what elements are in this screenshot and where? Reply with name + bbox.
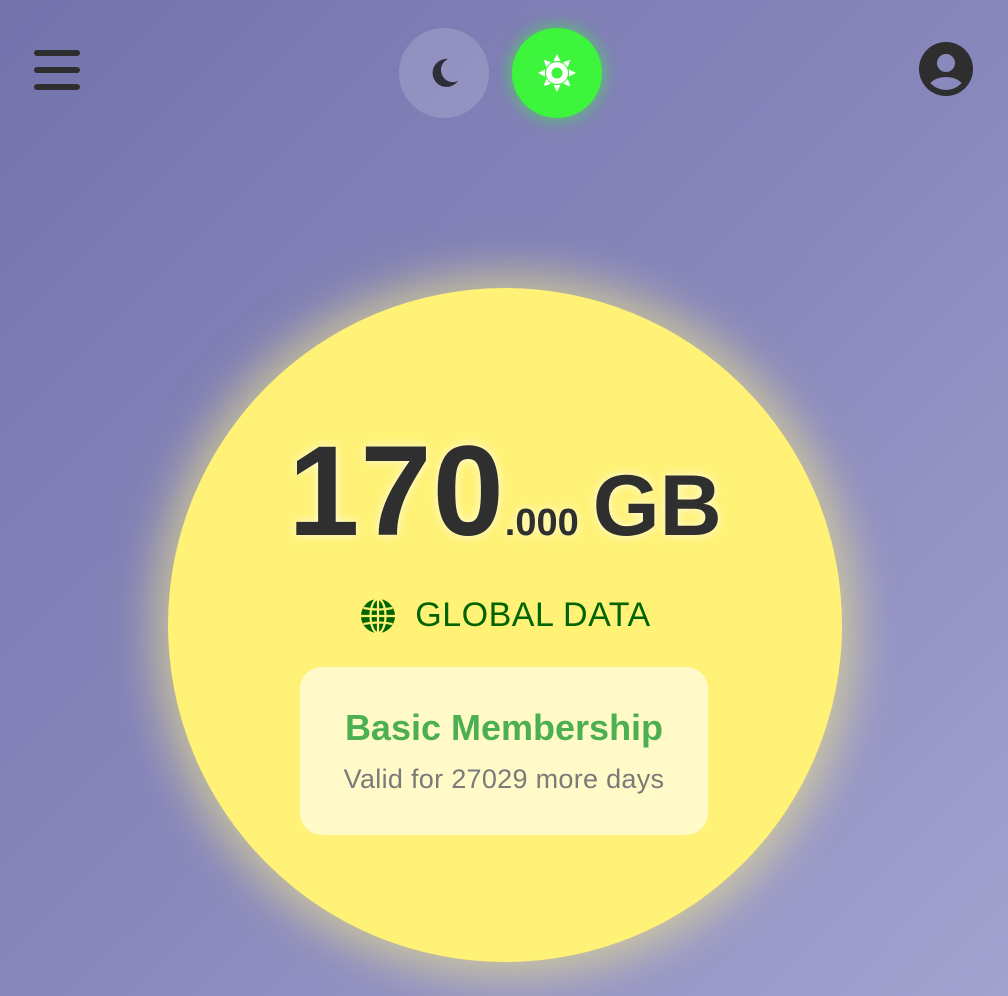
- top-bar: [0, 0, 1008, 150]
- theme-toggle: [399, 28, 603, 120]
- account-button[interactable]: [918, 41, 974, 97]
- hamburger-menu-icon: [34, 50, 80, 90]
- dark-mode-button[interactable]: [399, 28, 489, 118]
- membership-card: Basic Membership Valid for 27029 more da…: [300, 667, 708, 835]
- account-circle-icon: [919, 42, 973, 96]
- amount-unit: GB: [592, 458, 722, 554]
- moon-icon: [432, 58, 458, 87]
- amount-decimal: .000: [504, 502, 579, 544]
- data-balance-orb: 170.000 GB GLOBAL DATA Basic Membership V…: [168, 288, 842, 962]
- data-type-row: GLOBAL DATA: [168, 596, 842, 635]
- light-mode-button[interactable]: [512, 28, 602, 118]
- amount-integer: 170: [288, 420, 505, 563]
- membership-title: Basic Membership: [344, 707, 664, 748]
- membership-validity: Valid for 27029 more days: [343, 764, 665, 794]
- menu-button[interactable]: [30, 44, 84, 96]
- sun-icon: [538, 54, 576, 92]
- data-balance-amount: 170.000 GB: [168, 418, 842, 565]
- globe-icon: [361, 597, 396, 634]
- data-type-label: GLOBAL DATA: [415, 596, 651, 634]
